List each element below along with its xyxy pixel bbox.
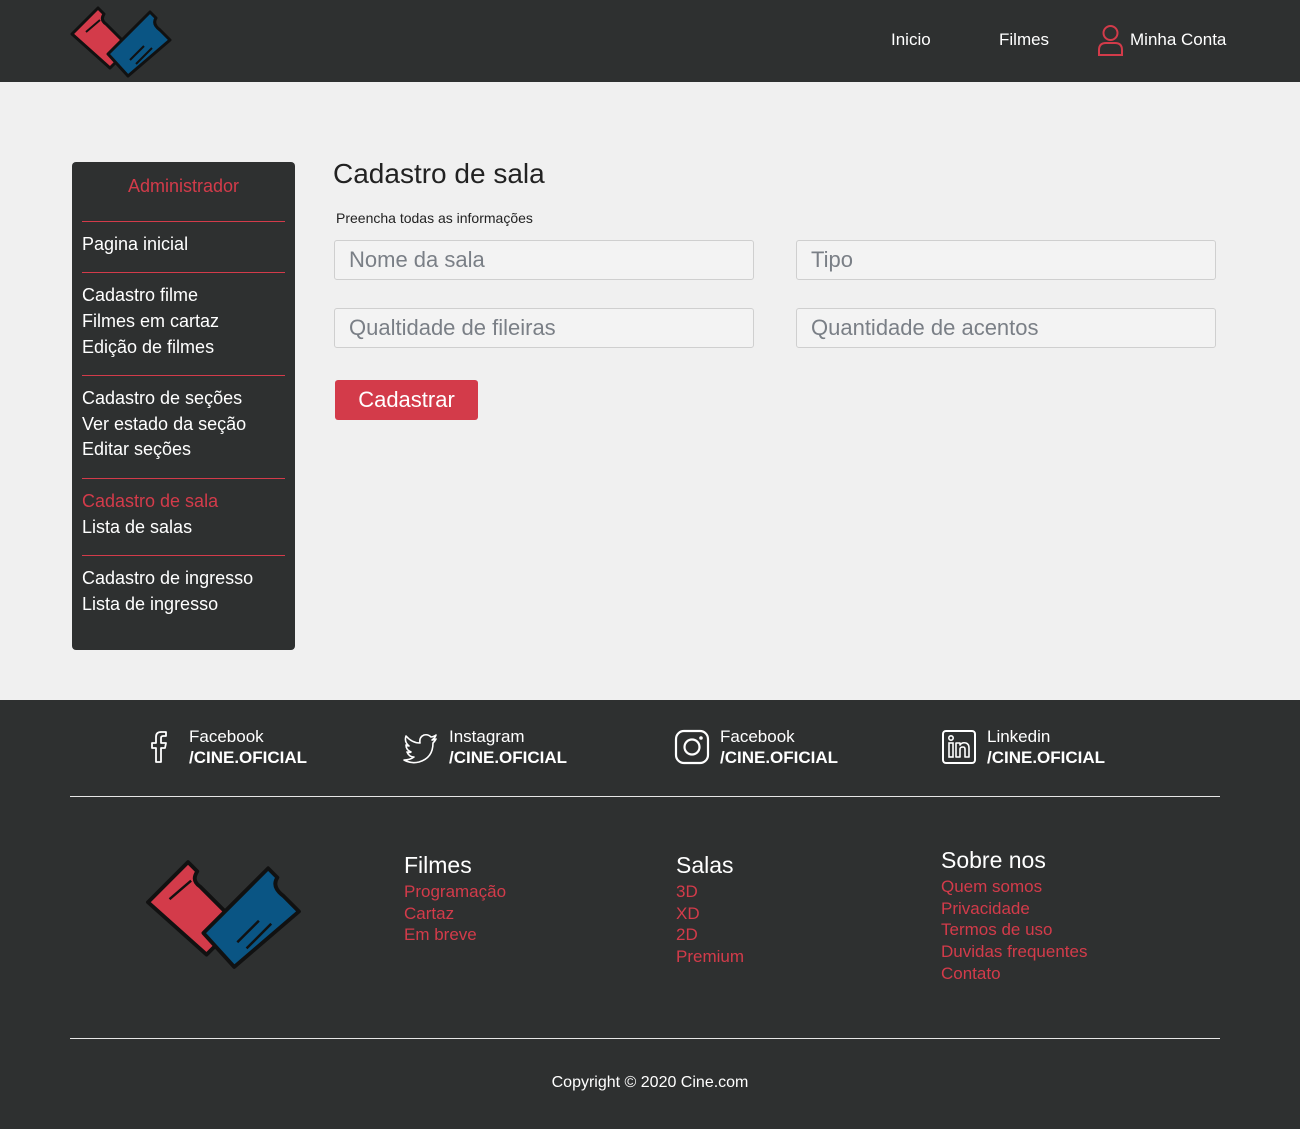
- footer-link[interactable]: Premium: [676, 946, 744, 968]
- social-link-facebook[interactable]: Facebook /CINE.OFICIAL: [143, 726, 307, 768]
- sidebar-item-session-register[interactable]: Cadastro de seções: [82, 388, 242, 409]
- cinema-tickets-logo[interactable]: [144, 856, 306, 970]
- register-button[interactable]: Cadastrar: [335, 380, 478, 420]
- sidebar-divider: [82, 478, 285, 479]
- footer-link[interactable]: XD: [676, 903, 744, 925]
- seat-count-input[interactable]: [796, 308, 1216, 348]
- instagram-icon: [674, 729, 710, 765]
- sidebar-divider: [82, 221, 285, 222]
- footer-column-title: Filmes: [404, 852, 472, 878]
- social-name: Instagram: [449, 727, 525, 746]
- sidebar-item-room-list[interactable]: Lista de salas: [82, 517, 192, 538]
- social-link-instagram[interactable]: Instagram /CINE.OFICIAL: [403, 726, 567, 768]
- top-header: Inicio Filmes Minha Conta: [0, 0, 1300, 82]
- footer-link[interactable]: Em breve: [404, 924, 506, 946]
- sidebar-item-session-edit[interactable]: Editar seções: [82, 439, 191, 460]
- footer-link[interactable]: Quem somos: [941, 876, 1087, 898]
- social-name: Facebook: [720, 727, 795, 746]
- admin-sidebar: Administrador Pagina inicial Cadastro fi…: [72, 162, 295, 650]
- footer-divider: [70, 796, 1220, 797]
- page-subtitle: Preencha todas as informações: [336, 210, 533, 226]
- footer-link[interactable]: Duvidas frequentes: [941, 941, 1087, 963]
- row-count-input[interactable]: [334, 308, 754, 348]
- copyright-text: Copyright © 2020 Cine.com: [551, 1074, 749, 1091]
- social-link-linkedin[interactable]: Linkedin /CINE.OFICIAL: [941, 726, 1105, 768]
- footer-column-title: Salas: [676, 852, 734, 878]
- footer-column-about: Sobre nos Quem somos Privacidade Termos …: [941, 847, 1087, 985]
- social-handle: /CINE.OFICIAL: [189, 748, 308, 767]
- footer-link[interactable]: 2D: [676, 924, 744, 946]
- sidebar-divider: [82, 375, 285, 376]
- sidebar-item-ticket-register[interactable]: Cadastro de ingresso: [82, 568, 253, 589]
- nav-account-link[interactable]: Minha Conta: [1097, 24, 1226, 56]
- social-handle: /CINE.OFICIAL: [987, 748, 1106, 767]
- sidebar-item-room-register[interactable]: Cadastro de sala: [82, 491, 218, 512]
- room-name-input[interactable]: [334, 240, 754, 280]
- footer-column-title: Sobre nos: [941, 847, 1046, 873]
- social-handle: /CINE.OFICIAL: [449, 748, 568, 767]
- facebook-icon: [151, 731, 167, 763]
- footer-link[interactable]: Privacidade: [941, 898, 1087, 920]
- user-icon: [1098, 25, 1123, 56]
- footer-link[interactable]: Contato: [941, 963, 1087, 985]
- cinema-tickets-logo[interactable]: [70, 4, 174, 78]
- social-name: Linkedin: [987, 727, 1051, 746]
- footer-link[interactable]: Termos de uso: [941, 919, 1087, 941]
- sidebar-divider: [82, 272, 285, 273]
- nav-home-link[interactable]: Inicio: [891, 30, 931, 50]
- footer-divider: [70, 1038, 1220, 1039]
- nav-films-link[interactable]: Filmes: [999, 30, 1049, 50]
- sidebar-item-session-status[interactable]: Ver estado da seção: [82, 414, 246, 435]
- social-name: Facebook: [189, 727, 264, 746]
- social-link-facebook-2[interactable]: Facebook /CINE.OFICIAL: [674, 726, 838, 768]
- page-title: Cadastro de sala: [333, 158, 545, 189]
- twitter-icon: [403, 733, 437, 764]
- sidebar-item-film-edit[interactable]: Edição de filmes: [82, 337, 214, 358]
- sidebar-item-ticket-list[interactable]: Lista de ingresso: [82, 594, 218, 615]
- footer-link[interactable]: 3D: [676, 881, 744, 903]
- sidebar-item-home[interactable]: Pagina inicial: [82, 234, 188, 255]
- sidebar-divider: [82, 555, 285, 556]
- site-footer: Facebook /CINE.OFICIAL Instagram /CINE.O…: [0, 700, 1300, 1129]
- footer-column-films: Filmes Programação Cartaz Em breve: [404, 852, 506, 946]
- footer-link[interactable]: Cartaz: [404, 903, 506, 925]
- linkedin-icon: [942, 730, 976, 764]
- room-type-input[interactable]: [796, 240, 1216, 280]
- sidebar-title: Administrador: [127, 176, 240, 196]
- nav-account-label: Minha Conta: [1130, 30, 1227, 49]
- footer-link[interactable]: Programação: [404, 881, 506, 903]
- sidebar-item-films-showing[interactable]: Filmes em cartaz: [82, 311, 219, 332]
- footer-column-rooms: Salas 3D XD 2D Premium: [676, 852, 744, 968]
- social-handle: /CINE.OFICIAL: [720, 748, 839, 767]
- sidebar-item-film-register[interactable]: Cadastro filme: [82, 285, 198, 306]
